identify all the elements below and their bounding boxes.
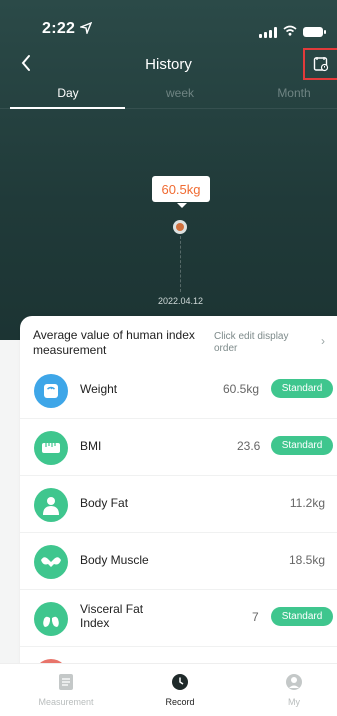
x-axis-tick-label: 2022.04.12 <box>157 296 204 306</box>
metric-value: 7 <box>252 610 259 624</box>
average-values-card: Average value of human index measurement… <box>20 316 337 676</box>
document-icon <box>58 673 74 693</box>
nav-label: Record <box>165 697 195 707</box>
data-point-label: 60.5kg <box>152 176 210 208</box>
nav-measurement[interactable]: Measurement <box>10 664 122 716</box>
scale-icon <box>34 374 68 408</box>
tab-day[interactable]: Day <box>12 86 124 100</box>
status-time: 2:22 <box>42 20 76 37</box>
metric-row-body-fat[interactable]: Body Fat 11.2kg <box>20 476 337 533</box>
metric-label: Weight <box>80 382 118 396</box>
card-title: Average value of human index measurement <box>33 328 195 357</box>
status-badge: Standard <box>271 436 333 455</box>
metric-value: 18.5kg <box>288 553 325 567</box>
calendar-button[interactable] <box>303 48 337 80</box>
data-point[interactable] <box>173 220 187 234</box>
data-point-guideline <box>180 236 181 292</box>
location-icon <box>78 21 93 39</box>
page-title: History <box>145 56 192 73</box>
lungs-icon <box>34 602 68 636</box>
card-header: Average value of human index measurement… <box>20 316 337 362</box>
body-fat-icon <box>34 488 68 522</box>
metric-label: BMI <box>80 439 102 453</box>
nav-label: Measurement <box>38 697 94 707</box>
metric-row-bmi[interactable]: BMI 23.6 Standard <box>20 419 337 476</box>
metric-value: 60.5kg <box>223 382 260 396</box>
calendar-icon <box>313 56 329 72</box>
metric-label: Body Muscle <box>80 553 149 567</box>
nav-record[interactable]: Record <box>124 664 236 716</box>
metric-label: Visceral Fat Index <box>80 602 144 630</box>
metric-row-weight[interactable]: Weight 60.5kg Standard <box>20 362 337 419</box>
status-bar: 2:22 <box>0 20 337 44</box>
metric-value: 11.2kg <box>289 496 325 510</box>
battery-icon <box>303 27 326 37</box>
period-tabs: Day week Month <box>0 86 337 110</box>
status-badge: Standard <box>271 379 333 398</box>
tab-week[interactable]: week <box>124 86 236 100</box>
status-badge: Standard <box>271 607 333 626</box>
active-tab-indicator <box>10 107 125 109</box>
bottom-tab-bar: Measurement Record My <box>0 663 337 716</box>
nav-label: My <box>288 697 300 707</box>
metric-row-body-muscle[interactable]: Body Muscle 18.5kg <box>20 533 337 590</box>
muscle-icon <box>34 545 68 579</box>
clock-icon <box>171 673 189 693</box>
nav-my[interactable]: My <box>238 664 337 716</box>
bmi-icon <box>34 431 68 465</box>
hero-panel: 2:22 History Day week Month 60.5kg 2022.… <box>0 0 337 340</box>
nav-bar: History <box>0 48 337 82</box>
metric-value: 23.6 <box>237 439 261 453</box>
edit-display-order-link[interactable]: Click edit display order <box>214 331 314 355</box>
metric-row-visceral-fat[interactable]: Visceral Fat Index 7 Standard <box>20 590 337 647</box>
tab-month[interactable]: Month <box>238 86 337 100</box>
wifi-icon <box>283 23 297 41</box>
user-icon <box>285 673 303 693</box>
chevron-right-icon[interactable]: › <box>321 334 325 348</box>
metric-label: Body Fat <box>80 496 129 510</box>
signal-icon <box>259 26 277 38</box>
